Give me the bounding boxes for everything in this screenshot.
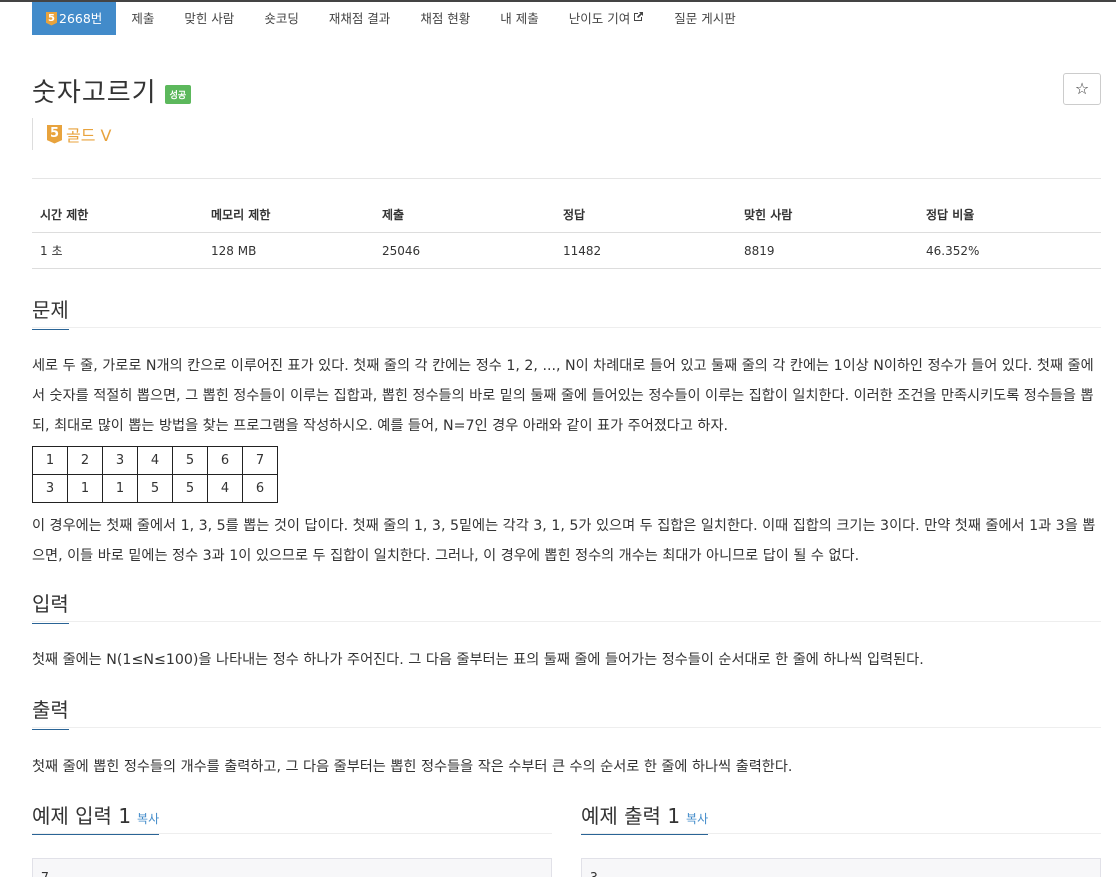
status-badge: 성공 xyxy=(165,85,192,104)
section-title: 예제 입력 1 복사 xyxy=(32,800,159,835)
tab-rejudge-results[interactable]: 재채점 결과 xyxy=(314,2,405,35)
problem-section-heading: 문제 xyxy=(32,294,1101,328)
tab-my-submissions[interactable]: 내 제출 xyxy=(485,2,553,35)
table-cell: 5 xyxy=(138,475,173,503)
table-row: 3 1 1 5 5 4 6 xyxy=(33,475,278,503)
table-cell: 4 xyxy=(138,447,173,475)
tab-status[interactable]: 채점 현황 xyxy=(405,2,485,35)
tab-label: 난이도 기여 xyxy=(569,4,630,34)
time-limit-value: 1 초 xyxy=(32,233,203,269)
table-cell: 3 xyxy=(33,475,68,503)
problem-title-row: 숫자고르기 성공 xyxy=(32,72,191,109)
sample-input-box: 7 xyxy=(32,858,552,877)
divider xyxy=(32,178,1101,179)
tab-label: 2668번 xyxy=(59,4,102,34)
sample-output-heading: 예제 출력 1 복사 xyxy=(581,800,1101,834)
sample-input-title: 예제 입력 1 xyxy=(32,804,131,828)
table-cell: 7 xyxy=(243,447,278,475)
gold-tier-icon: 5 xyxy=(47,125,62,144)
tab-problem-number[interactable]: 5 2668번 xyxy=(32,2,116,35)
accepted-value: 11482 xyxy=(555,233,736,269)
tier-icon: 5 xyxy=(46,12,57,26)
output-description: 첫째 줄에 뽑힌 정수들의 개수를 출력하고, 그 다음 줄부터는 뽑힌 정수들… xyxy=(32,752,1101,782)
problem-description: 세로 두 줄, 가로로 N개의 칸으로 이루어진 표가 있다. 첫째 줄의 각 … xyxy=(32,351,1101,441)
sample-output-title: 예제 출력 1 xyxy=(581,804,680,828)
external-link-icon xyxy=(633,4,644,34)
header-memory-limit: 메모리 제한 xyxy=(203,198,374,233)
accept-rate-value: 46.352% xyxy=(918,233,1101,269)
section-title: 출력 xyxy=(32,694,69,730)
table-row: 1 2 3 4 5 6 7 xyxy=(33,447,278,475)
table-cell: 5 xyxy=(173,475,208,503)
table-cell: 3 xyxy=(103,447,138,475)
memory-limit-value: 128 MB xyxy=(203,233,374,269)
table-cell: 2 xyxy=(68,447,103,475)
table-cell: 5 xyxy=(173,447,208,475)
tab-solved-users[interactable]: 맞힌 사람 xyxy=(169,2,249,35)
page-title: 숫자고르기 xyxy=(32,72,157,109)
section-title: 문제 xyxy=(32,294,69,330)
header-accepted: 정답 xyxy=(555,198,736,233)
section-title: 예제 출력 1 복사 xyxy=(581,800,708,835)
problem-menu: 5 2668번 제출 맞힌 사람 숏코딩 재채점 결과 채점 현황 내 제출 난… xyxy=(32,2,751,35)
input-section-heading: 입력 xyxy=(32,588,1101,622)
table-row: 1 초 128 MB 25046 11482 8819 46.352% xyxy=(32,233,1101,269)
table-cell: 1 xyxy=(33,447,68,475)
tab-short-coding[interactable]: 숏코딩 xyxy=(249,2,314,35)
submissions-value: 25046 xyxy=(374,233,555,269)
header-submissions: 제출 xyxy=(374,198,555,233)
table-cell: 1 xyxy=(68,475,103,503)
sample-output-text: 3 xyxy=(590,871,598,877)
header-accept-rate: 정답 비율 xyxy=(918,198,1101,233)
problem-explanation: 이 경우에는 첫째 줄에서 1, 3, 5를 뽑는 것이 답이다. 첫째 줄의 … xyxy=(32,511,1101,571)
favorite-star-button[interactable]: ☆ xyxy=(1063,73,1101,105)
tier-label: 골드 V xyxy=(66,122,111,146)
output-section-heading: 출력 xyxy=(32,694,1101,728)
sample-input-heading: 예제 입력 1 복사 xyxy=(32,800,552,834)
tab-question-board[interactable]: 질문 게시판 xyxy=(659,2,750,35)
table-cell: 4 xyxy=(208,475,243,503)
header-time-limit: 시간 제한 xyxy=(32,198,203,233)
tab-difficulty-contribution[interactable]: 난이도 기여 xyxy=(554,2,659,35)
solved-users-value: 8819 xyxy=(736,233,918,269)
input-description: 첫째 줄에는 N(1≤N≤100)을 나타내는 정수 하나가 주어진다. 그 다… xyxy=(32,645,1101,675)
copy-sample-input-button[interactable]: 복사 xyxy=(137,812,159,826)
section-title: 입력 xyxy=(32,588,69,624)
copy-sample-output-button[interactable]: 복사 xyxy=(686,812,708,826)
tier-info: 5 골드 V xyxy=(32,118,111,150)
table-cell: 6 xyxy=(243,475,278,503)
tab-submit[interactable]: 제출 xyxy=(116,2,169,35)
example-table: 1 2 3 4 5 6 7 3 1 1 5 5 4 6 xyxy=(32,446,278,503)
table-header-row: 시간 제한 메모리 제한 제출 정답 맞힌 사람 정답 비율 xyxy=(32,198,1101,233)
sample-input-text: 7 xyxy=(41,871,49,877)
table-cell: 1 xyxy=(103,475,138,503)
problem-info-table: 시간 제한 메모리 제한 제출 정답 맞힌 사람 정답 비율 1 초 128 M… xyxy=(32,198,1101,269)
sample-output-box: 3 xyxy=(581,858,1101,877)
star-icon: ☆ xyxy=(1075,79,1089,98)
header-solved-users: 맞힌 사람 xyxy=(736,198,918,233)
table-cell: 6 xyxy=(208,447,243,475)
